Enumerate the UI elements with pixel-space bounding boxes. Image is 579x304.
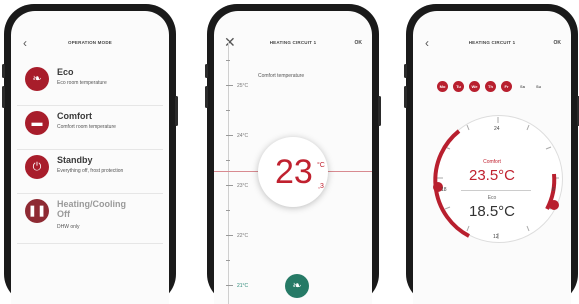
heating-circuit-schedule-screen: ‹ HEATING CIRCUIT 1 OK Mo Tu We Th Fr Sa…	[413, 11, 571, 304]
side-button	[205, 86, 208, 108]
eco-button[interactable]: ❧	[285, 274, 309, 298]
mode-description: DHW only	[57, 224, 80, 230]
side-button	[404, 64, 407, 78]
pause-icon: ❚❚	[25, 199, 49, 223]
operation-mode-screen: ‹ OPERATION MODE ❧ Eco Eco room temperat…	[11, 11, 169, 304]
comfort-label: Comfort	[483, 159, 501, 165]
power-icon: ⏻	[25, 155, 49, 179]
dial-label-24: 24	[494, 126, 500, 132]
divider	[461, 190, 531, 191]
mode-description: Comfort room temperature	[57, 124, 116, 130]
day-button-fr[interactable]: Fr	[501, 81, 512, 92]
day-button-th[interactable]: Th	[485, 81, 496, 92]
temperature-unit: °C	[317, 162, 325, 169]
mode-description: Eco room temperature	[57, 80, 107, 86]
scale-label: 23°C	[237, 183, 249, 189]
side-button	[404, 86, 407, 108]
scale-label: 24°C	[237, 133, 249, 139]
day-button-sa[interactable]: Sa	[517, 81, 528, 92]
ok-button[interactable]: OK	[554, 35, 562, 51]
bed-icon: ▬	[25, 111, 49, 135]
leaf-icon: ❧	[25, 67, 49, 91]
header: ✕ HEATING CIRCUIT 1 OK	[214, 34, 372, 51]
temperature-decimal: ,3	[318, 183, 324, 190]
mode-heating-cooling-off[interactable]: ❚❚ Heating/Cooling Off DHW only	[17, 193, 163, 244]
temperature-value: 23	[275, 153, 313, 191]
eco-value: 18.5°C	[468, 203, 516, 220]
side-button	[378, 96, 381, 126]
phone-operation-mode: ‹ OPERATION MODE ❧ Eco Eco room temperat…	[2, 4, 178, 304]
header: ‹ HEATING CIRCUIT 1 OK	[413, 35, 571, 51]
scale-tick	[226, 210, 230, 211]
scale-tick	[226, 135, 233, 136]
eco-label: Eco	[487, 195, 497, 201]
scale-tick	[226, 160, 230, 161]
mode-name: Heating/Cooling Off	[57, 199, 126, 219]
comfort-value: 23.5°C	[468, 167, 516, 184]
phone-heating-circuit-schedule: ‹ HEATING CIRCUIT 1 OK Mo Tu We Th Fr Sa…	[404, 4, 579, 304]
scale-tick	[226, 60, 230, 61]
ok-button[interactable]: OK	[355, 35, 363, 51]
page-title: OPERATION MODE	[68, 40, 112, 45]
day-button-tu[interactable]: Tu	[453, 81, 464, 92]
dial-label-6: 6	[552, 187, 555, 193]
scale-label: 21°C	[237, 283, 249, 289]
comfort-temperature-label: Comfort temperature	[258, 73, 305, 79]
side-button	[2, 86, 5, 108]
day-button-su[interactable]: Su	[533, 81, 544, 92]
scale-tick	[226, 110, 230, 111]
scale-label: 25°C	[237, 83, 249, 89]
mode-comfort[interactable]: ▬ Comfort Comfort room temperature	[17, 105, 163, 150]
leaf-icon: ❧	[292, 280, 302, 292]
side-button	[2, 64, 5, 78]
side-button	[205, 64, 208, 78]
mode-standby[interactable]: ⏻ Standby Everything off, frost protecti…	[17, 149, 163, 194]
dial-label-12: 12	[493, 234, 499, 240]
header: ‹ OPERATION MODE	[11, 35, 169, 51]
mode-name: Comfort	[57, 111, 92, 121]
mode-eco[interactable]: ❧ Eco Eco room temperature	[17, 61, 163, 106]
mode-description: Everything off, frost protection	[57, 168, 124, 174]
side-button	[175, 96, 178, 126]
scale-label: 22°C	[237, 233, 249, 239]
day-button-we[interactable]: We	[469, 81, 480, 92]
day-button-mo[interactable]: Mo	[437, 81, 448, 92]
mode-name: Standby	[57, 155, 93, 165]
scale-tick	[226, 285, 233, 286]
scale-tick	[226, 85, 233, 86]
heating-circuit-temp-screen: ✕ HEATING CIRCUIT 1 OK 25°C 24°C 23°C 22…	[214, 11, 372, 304]
temperature-scale[interactable]	[228, 41, 229, 304]
dial-label-18: 18	[441, 187, 447, 193]
scale-tick	[226, 260, 230, 261]
page-title: HEATING CIRCUIT 1	[269, 40, 317, 45]
mode-name: Eco	[57, 67, 74, 77]
phone-heating-circuit-temp: ✕ HEATING CIRCUIT 1 OK 25°C 24°C 23°C 22…	[205, 4, 381, 304]
page-title: HEATING CIRCUIT 1	[468, 40, 516, 45]
scale-tick	[226, 235, 233, 236]
scale-tick	[226, 185, 233, 186]
